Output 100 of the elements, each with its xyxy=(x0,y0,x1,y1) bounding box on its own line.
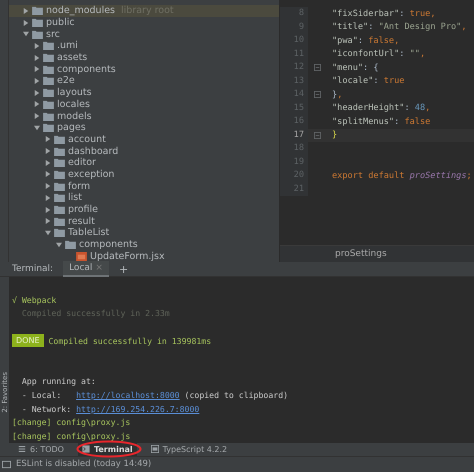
tool-window-button[interactable]: TypeScript 4.2.2 xyxy=(146,442,232,456)
url-link[interactable]: http://169.254.226.7:8000 xyxy=(76,404,200,414)
item-name: locales xyxy=(57,98,90,110)
item-name: src xyxy=(46,28,60,40)
folder-icon xyxy=(43,64,54,74)
code-line: export default proSettings; xyxy=(332,170,472,181)
terminal-line: √ Webpack xyxy=(12,294,56,305)
folder-icon xyxy=(54,158,65,168)
folder-icon xyxy=(43,112,54,121)
message-icon[interactable] xyxy=(2,460,11,469)
tree-item[interactable]: .umi xyxy=(9,40,279,52)
folder-icon xyxy=(54,228,65,238)
item-name: models xyxy=(57,110,92,122)
item-name: node_modules xyxy=(46,5,116,16)
url-link[interactable]: http://localhost:8000 xyxy=(76,390,180,400)
folder-icon xyxy=(43,41,54,50)
item-name: editor xyxy=(68,157,96,168)
code-line: "iconfontUrl": "", xyxy=(332,49,426,60)
folder-icon xyxy=(54,170,65,179)
code-line: "pwa": false, xyxy=(332,36,400,46)
item-name: list xyxy=(68,192,82,204)
tree-item[interactable]: src xyxy=(9,28,279,40)
item-name: pages xyxy=(57,122,86,134)
item-name: UpdateForm.jsx xyxy=(90,250,165,262)
typescript-icon xyxy=(150,445,159,454)
item-name: account xyxy=(68,134,106,145)
tree-item[interactable]: layouts xyxy=(9,86,279,98)
item-name: TableList xyxy=(68,227,110,238)
folder-icon xyxy=(65,240,76,250)
folder-icon xyxy=(54,134,65,144)
item-name: public xyxy=(46,17,75,28)
terminal-label: - Local: xyxy=(20,390,62,400)
folder-icon xyxy=(32,6,43,16)
terminal-note: (copied to clipboard) xyxy=(184,390,288,400)
tree-item[interactable]: profile xyxy=(9,204,279,216)
item-name: components xyxy=(57,64,116,75)
folder-icon xyxy=(54,216,65,226)
terminal-label: - Network: xyxy=(20,404,72,414)
item-name: form xyxy=(68,180,90,192)
code-line: "splitMenus": false xyxy=(332,116,430,127)
folder-icon xyxy=(43,100,54,109)
terminal-title: Terminal: xyxy=(12,264,54,274)
folder-icon xyxy=(54,146,65,156)
terminal-line: [change] config\proxy.js xyxy=(12,417,130,428)
item-name: exception xyxy=(68,168,114,180)
code-line: "headerHeight": 48, xyxy=(332,103,430,114)
breadcrumb[interactable]: proSettings xyxy=(335,249,387,260)
tool-window-button[interactable]: 6: TODO xyxy=(14,442,68,456)
item-name: dashboard xyxy=(68,146,118,157)
tree-item[interactable]: components xyxy=(9,63,279,76)
item-name: profile xyxy=(68,204,98,216)
file-icon xyxy=(76,252,87,261)
tree-item[interactable]: exception xyxy=(9,168,279,180)
folder-icon xyxy=(43,123,54,132)
folder-icon xyxy=(54,205,65,214)
code-line: "menu": { xyxy=(332,62,379,73)
item-name: e2e xyxy=(57,75,75,86)
code-line: "fixSiderbar": true, xyxy=(332,8,436,19)
tree-item[interactable]: models xyxy=(9,110,279,122)
folder-icon xyxy=(54,193,65,202)
fold-icon[interactable] xyxy=(314,91,320,98)
fold-icon[interactable] xyxy=(314,132,320,139)
terminal-line: Compiled successfully in 139981ms xyxy=(48,336,212,346)
tree-item[interactable]: public xyxy=(9,16,279,28)
item-name: layouts xyxy=(57,87,92,98)
tree-item[interactable]: result xyxy=(9,215,279,228)
tree-item[interactable]: e2e xyxy=(9,75,279,87)
tree-item[interactable]: components xyxy=(9,238,279,250)
tree-item[interactable]: dashboard xyxy=(9,145,279,157)
tree-item[interactable]: assets xyxy=(9,52,279,64)
terminal-line: App running at: xyxy=(20,376,96,386)
tree-item[interactable]: UpdateForm.jsx xyxy=(9,250,279,262)
terminal-tab[interactable]: Local × xyxy=(63,261,109,278)
done-badge: DONE xyxy=(12,334,44,348)
code-line: }, xyxy=(332,90,342,100)
status-message: ESLint is disabled (today 14:49) xyxy=(16,459,152,470)
folder-icon xyxy=(43,53,54,62)
tree-item[interactable]: pages xyxy=(9,122,279,134)
add-tab-button[interactable]: + xyxy=(118,262,128,276)
tree-item[interactable]: locales xyxy=(9,98,279,110)
terminal-line: [change] config\proxy.js xyxy=(12,430,130,441)
list-icon xyxy=(18,445,26,454)
tree-item[interactable]: account xyxy=(9,134,279,146)
item-name: assets xyxy=(57,52,88,64)
tree-item[interactable]: form xyxy=(9,180,279,192)
folder-icon xyxy=(43,88,54,98)
folder-icon xyxy=(32,30,43,39)
item-name: components xyxy=(79,239,138,250)
tree-item[interactable]: editor xyxy=(9,156,279,169)
item-name: result xyxy=(68,216,95,227)
terminal-icon xyxy=(82,445,90,454)
folder-icon xyxy=(43,76,54,86)
annotation-ellipse xyxy=(76,440,142,458)
code-line: "title": "Ant Design Pro", xyxy=(332,22,467,32)
item-name: .umi xyxy=(57,40,78,52)
code-line: "locale": true xyxy=(332,76,404,86)
code-line: } xyxy=(332,130,338,140)
fold-icon[interactable] xyxy=(314,64,320,72)
tree-item[interactable]: list xyxy=(9,192,279,204)
tree-item[interactable]: TableList xyxy=(9,227,279,239)
